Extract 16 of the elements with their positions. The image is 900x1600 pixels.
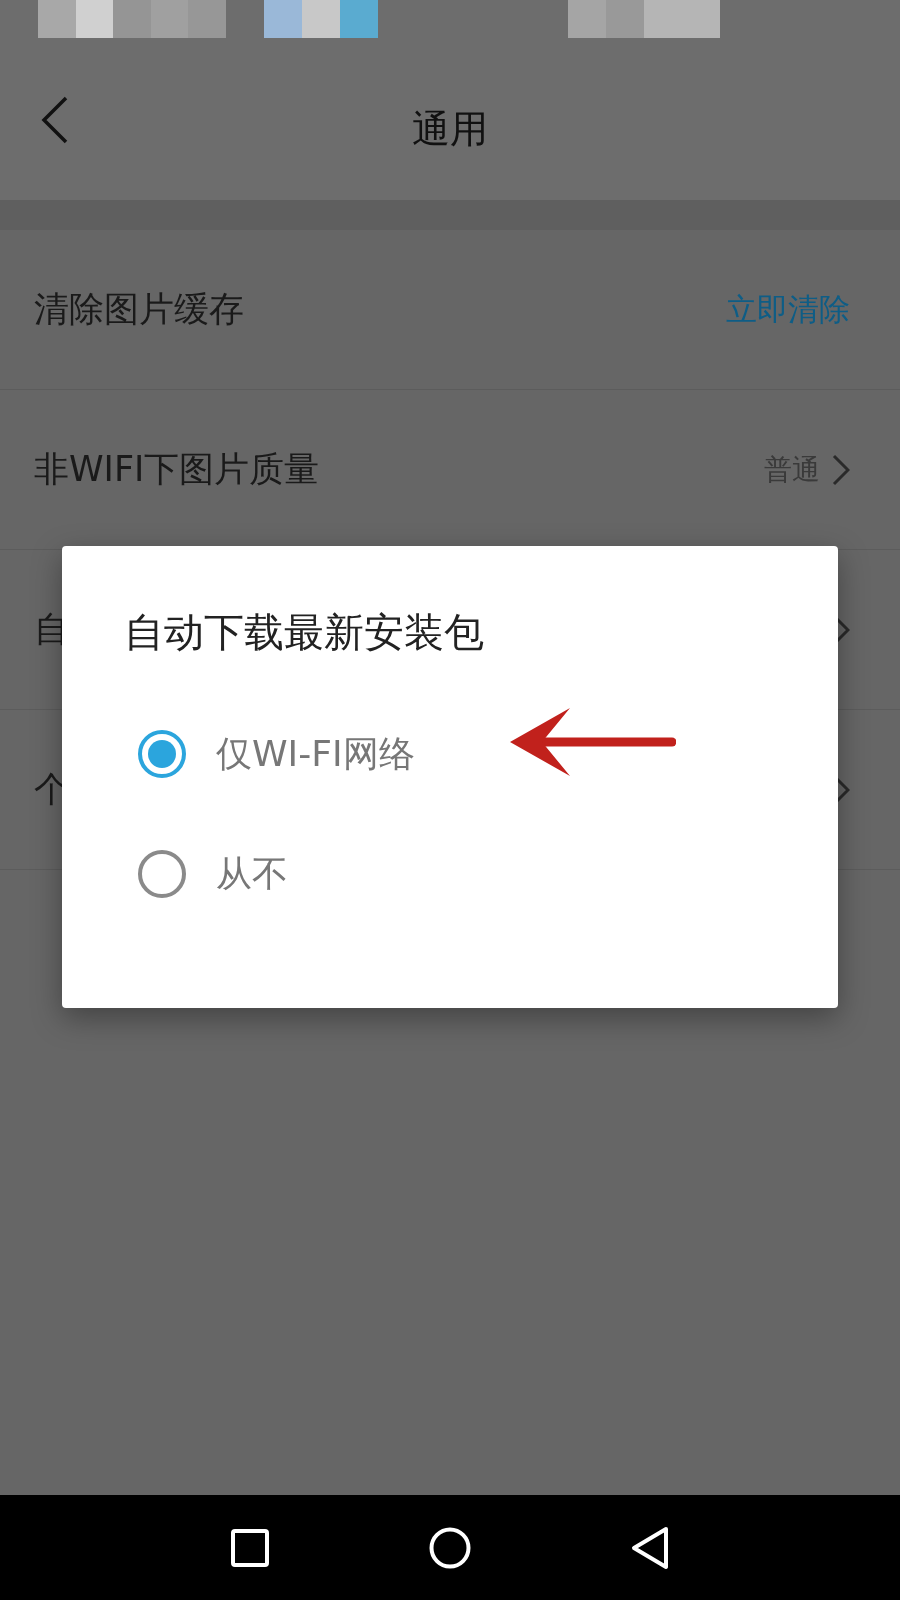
blurred-status-icon (264, 0, 378, 38)
back-icon[interactable] (630, 1525, 671, 1570)
setting-label: 清除图片缓存 (34, 288, 244, 332)
settings-row[interactable]: 清除图片缓存 立即清除 (0, 230, 900, 390)
option-label[interactable]: 从不 (216, 847, 288, 901)
blurred-status-icon (568, 0, 720, 38)
chevron-icon (832, 453, 850, 486)
setting-label: 非WIFI下图片质量 (34, 448, 320, 492)
blurred-status-icon (38, 0, 226, 38)
option-label[interactable]: 仅WI-FI网络 (216, 727, 415, 781)
radio-button[interactable] (138, 850, 186, 898)
page-title: 通用 (412, 105, 488, 153)
dialog-title: 自动下载最新安装包 (124, 608, 485, 656)
recent-apps-icon[interactable] (229, 1527, 270, 1568)
home-icon[interactable] (429, 1526, 471, 1569)
radio-button[interactable] (138, 730, 186, 778)
